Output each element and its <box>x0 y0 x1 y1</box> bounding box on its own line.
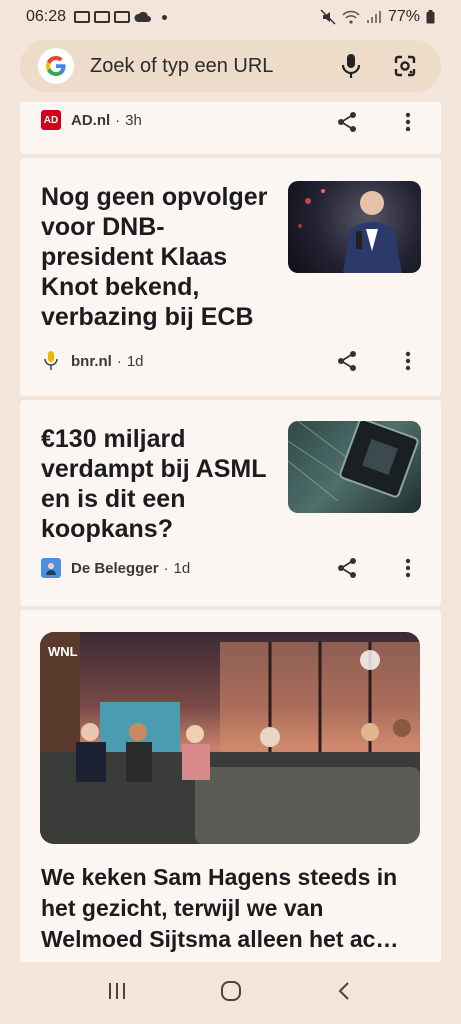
article-headline[interactable]: €130 miljard verdampt bij ASML en is dit… <box>41 424 276 544</box>
article-source: bnr.nl <box>71 352 112 370</box>
article-meta: bnr.nl · 1d <box>41 351 144 371</box>
mail-icon <box>114 11 131 23</box>
share-icon[interactable] <box>333 554 361 582</box>
article-card[interactable]: €130 miljard verdampt bij ASML en is dit… <box>20 400 441 606</box>
article-source: De Belegger <box>71 559 159 577</box>
omnibox[interactable]: Zoek of typ een URL <box>20 40 441 92</box>
status-time: 06:28 <box>26 8 67 25</box>
cloud-icon <box>134 11 152 22</box>
article-card[interactable]: Nog geen opvolger voor DNB-president Kla… <box>20 158 441 396</box>
article-headline[interactable]: We keken Sam Hagens steeds in het gezich… <box>41 862 421 955</box>
share-icon[interactable] <box>333 108 361 136</box>
channel-badge: WNL <box>48 644 78 659</box>
de-belegger-logo-icon <box>41 558 61 578</box>
article-meta: AD AD.nl · 3h <box>41 110 142 130</box>
article-source: AD.nl <box>71 111 111 129</box>
battery-icon <box>426 10 435 24</box>
article-hero-image[interactable]: WNL <box>40 632 420 844</box>
wifi-icon <box>342 10 360 24</box>
article-age: 3h <box>125 111 142 129</box>
signal-icon <box>366 11 381 23</box>
article-meta: De Belegger · 1d <box>41 558 190 578</box>
back-icon[interactable] <box>334 980 356 1007</box>
lens-camera-icon[interactable] <box>387 48 423 84</box>
article-thumbnail[interactable] <box>288 181 421 273</box>
status-bar: 06:28 77% <box>0 0 461 34</box>
more-options-icon[interactable] <box>394 108 422 136</box>
google-logo-icon <box>38 48 74 84</box>
mail-icon <box>74 11 91 23</box>
more-notifications-icon <box>162 14 168 20</box>
home-icon[interactable] <box>219 979 243 1008</box>
mute-icon <box>320 9 336 25</box>
share-icon[interactable] <box>333 347 361 375</box>
battery-percent: 77% <box>387 8 420 25</box>
more-options-icon[interactable] <box>394 554 422 582</box>
article-headline[interactable]: Nog geen opvolger voor DNB-president Kla… <box>41 182 276 332</box>
article-card[interactable]: WNL We keken Sam Hagens steeds in het ge… <box>20 610 441 962</box>
notification-icons <box>74 11 168 23</box>
search-placeholder[interactable]: Zoek of typ een URL <box>90 55 333 78</box>
more-options-icon[interactable] <box>394 347 422 375</box>
recent-apps-icon[interactable] <box>106 980 128 1007</box>
microphone-icon[interactable] <box>333 48 369 84</box>
article-thumbnail[interactable] <box>288 421 421 513</box>
system-nav-bar <box>0 962 461 1024</box>
ad-logo-icon: AD <box>41 110 61 130</box>
mail-icon <box>94 11 111 23</box>
article-age: 1d <box>126 352 144 370</box>
article-card[interactable]: AD AD.nl · 3h <box>20 102 441 154</box>
bnr-logo-icon <box>41 351 61 371</box>
discover-feed[interactable]: AD AD.nl · 3h Nog geen opvolger voor DNB… <box>20 102 441 962</box>
article-age: 1d <box>173 559 191 577</box>
